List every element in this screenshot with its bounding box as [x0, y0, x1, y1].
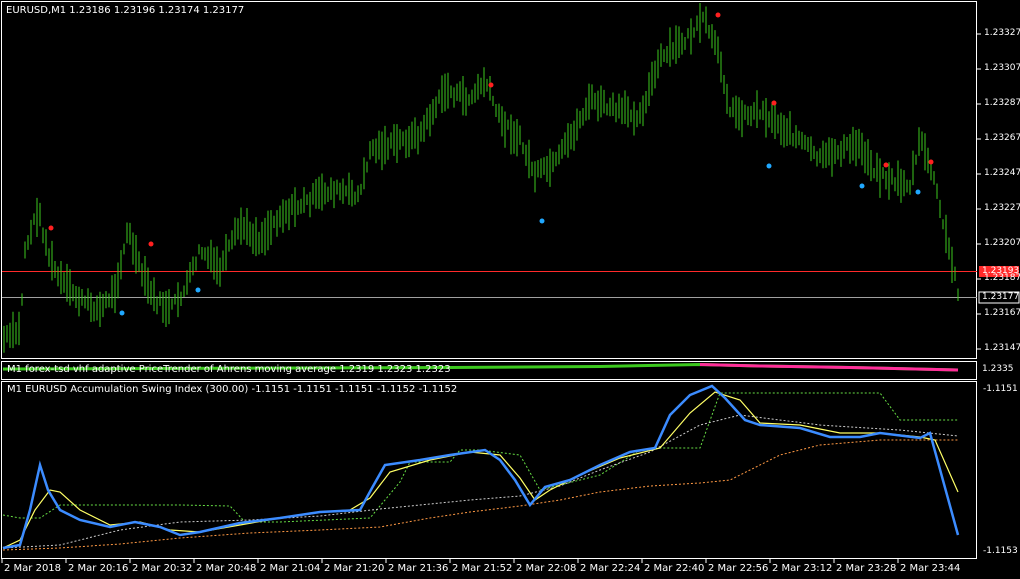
- sell-signal-dot: [771, 100, 777, 106]
- pricetrender-line-down: [699, 363, 959, 372]
- time-tick-label: 2 Mar 22:56: [708, 563, 769, 574]
- buy-signal-dot: [766, 163, 772, 169]
- sell-signal-dot: [48, 225, 54, 231]
- buy-signal-dot: [859, 183, 865, 189]
- time-tick-label: 2 Mar 22:08: [516, 563, 577, 574]
- indicator2-frame: [1, 381, 977, 559]
- main-chart-frame: [1, 1, 977, 359]
- time-tick-label: 2 Mar 21:20: [324, 563, 385, 574]
- price-tick-label: 1.23287: [984, 98, 1020, 108]
- time-tick-label: 2 Mar 23:12: [772, 563, 833, 574]
- price-tick-label: 1.23327: [984, 28, 1020, 38]
- buy-signal-dot: [539, 218, 545, 224]
- indicator2-top-value: -1.1151: [983, 384, 1018, 394]
- price-tick-label: 1.23167: [984, 308, 1020, 318]
- time-tick-label: 2 Mar 20:48: [196, 563, 257, 574]
- price-tick-label: 1.23147: [984, 343, 1020, 353]
- price-tick-label: 1.23247: [984, 168, 1020, 178]
- time-tick-label: 2 Mar 2018: [4, 563, 62, 574]
- time-tick-label: 2 Mar 21:36: [388, 563, 449, 574]
- time-tick-label: 2 Mar 22:40: [644, 563, 705, 574]
- asi-dotted-upper: [2, 392, 958, 523]
- time-tick-label: 2 Mar 21:04: [260, 563, 321, 574]
- trend-dots: [48, 12, 934, 316]
- sell-signal-dot: [148, 241, 154, 247]
- time-tick-label: 2 Mar 23:44: [900, 563, 961, 574]
- chart-title: EURUSD,M1 1.23186 1.23196 1.23174 1.2317…: [6, 5, 245, 16]
- price-tick-label: 1.23307: [984, 63, 1020, 73]
- time-tick-label: 2 Mar 20:16: [68, 563, 129, 574]
- indicator2-bottom-value: -1.1153: [983, 546, 1018, 556]
- sell-signal-dot: [883, 162, 889, 168]
- time-tick-label: 2 Mar 21:52: [452, 563, 513, 574]
- asi-dotted-lower: [2, 439, 958, 551]
- time-tick-label: 2 Mar 22:24: [580, 563, 641, 574]
- price-tick-label: 1.23227: [984, 203, 1020, 213]
- asi-main-line: [2, 384, 960, 550]
- asi-dotted-mid: [2, 414, 959, 549]
- time-tick-label: 2 Mar 23:28: [836, 563, 897, 574]
- chart-canvas[interactable]: [0, 0, 1020, 579]
- last-price-label: 1.23177: [982, 292, 1020, 302]
- indicator1-title: M1 forex-tsd vhf adaptive PriceTrender o…: [7, 364, 451, 375]
- sell-signal-dot: [488, 82, 494, 88]
- indicator2-title: M1 EURUSD Accumulation Swing Index (300.…: [7, 384, 458, 395]
- buy-signal-dot: [195, 287, 201, 293]
- indicator1-value: 1.2335: [982, 364, 1014, 374]
- time-tick-label: 2 Mar 20:32: [132, 563, 193, 574]
- buy-signal-dot: [119, 310, 125, 316]
- price-tick-label: 1.23207: [984, 238, 1020, 248]
- price-tick-label: 1.23267: [984, 133, 1020, 143]
- price-tick-label: 1.23187: [984, 273, 1020, 283]
- sell-signal-dot: [928, 159, 934, 165]
- sell-signal-dot: [715, 12, 721, 18]
- buy-signal-dot: [915, 189, 921, 195]
- price-bars: [3, 3, 959, 353]
